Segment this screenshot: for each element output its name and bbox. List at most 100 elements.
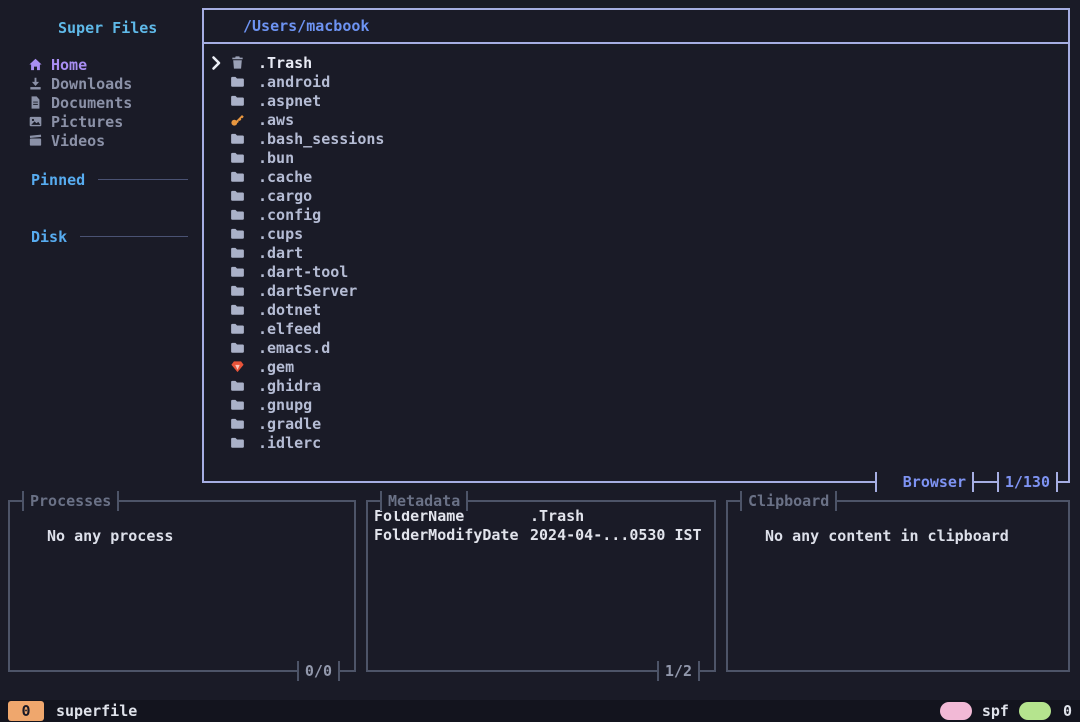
folder-icon (230, 378, 245, 393)
key-icon (230, 112, 245, 127)
file-name: .android (258, 73, 330, 91)
file-row[interactable]: .aspnet (204, 91, 1068, 110)
file-row[interactable]: .gem (204, 357, 1068, 376)
file-name: .ghidra (258, 377, 321, 395)
user-icon (949, 705, 962, 718)
metadata-panel: Metadata FolderName.TrashFolderModifyDat… (366, 500, 716, 672)
clipboard-panel: Clipboard No any content in clipboard (726, 500, 1070, 672)
folder-icon (230, 245, 245, 260)
folder-icon (230, 340, 245, 355)
session-name: spf (982, 702, 1009, 720)
file-name: .dotnet (258, 301, 321, 319)
clipboard-panel-title: Clipboard (740, 491, 837, 511)
file-row[interactable]: .elfeed (204, 319, 1068, 338)
file-name: .aws (258, 111, 294, 129)
gem-icon (230, 359, 245, 374)
file-name: .bash_sessions (258, 130, 384, 148)
file-name: .config (258, 206, 321, 224)
folder-icon (230, 264, 245, 279)
metadata-key: FolderModifyDate (374, 526, 530, 544)
section-divider (98, 179, 188, 180)
file-name: .emacs.d (258, 339, 330, 357)
sidebar-item-label: Downloads (51, 75, 132, 93)
file-list[interactable]: .Trash.android.aspnet.aws.bash_sessions.… (204, 44, 1068, 452)
app-title: Super Files (35, 18, 157, 38)
terminal-icon (1028, 705, 1041, 718)
trash-icon (230, 55, 245, 70)
metadata-panel-title: Metadata (380, 491, 468, 511)
file-row[interactable]: .idlerc (204, 433, 1068, 452)
status-bar-left: 0 superfile (8, 701, 137, 721)
file-name: .aspnet (258, 92, 321, 110)
document-icon (28, 95, 43, 110)
processes-count-tag: 0/0 (297, 661, 340, 681)
status-bar-right: spf 0 (940, 702, 1072, 720)
file-row[interactable]: .bash_sessions (204, 129, 1068, 148)
disk-icon (8, 229, 23, 244)
file-name: .cache (258, 168, 312, 186)
sidebar-item-downloads[interactable]: Downloads (0, 74, 202, 93)
file-row[interactable]: .cargo (204, 186, 1068, 205)
sidebar-item-label: Home (51, 56, 87, 74)
folder-icon (230, 74, 245, 89)
file-row[interactable]: .config (204, 205, 1068, 224)
app-title-label: Super Files (58, 19, 157, 37)
file-name: .bun (258, 149, 294, 167)
file-row[interactable]: .emacs.d (204, 338, 1068, 357)
folder-icon (230, 283, 245, 298)
folder-icon (230, 150, 245, 165)
circle-dot-icon (738, 529, 753, 544)
file-row[interactable]: .dartServer (204, 281, 1068, 300)
status-count: 0 (1063, 702, 1072, 720)
folder-icon (230, 397, 245, 412)
sidebar-item-pictures[interactable]: Pictures (0, 112, 202, 131)
file-name: .dartServer (258, 282, 357, 300)
file-row[interactable]: .dart-tool (204, 262, 1068, 281)
sidebar-item-label: Documents (51, 94, 132, 112)
folder-icon (230, 302, 245, 317)
file-row[interactable]: .ghidra (204, 376, 1068, 395)
folder-icon (230, 131, 245, 146)
file-name: .idlerc (258, 434, 321, 452)
clipboard-empty-text: No any content in clipboard (765, 527, 1009, 545)
sidebar-item-documents[interactable]: Documents (0, 93, 202, 112)
file-row[interactable]: .cups (204, 224, 1068, 243)
file-count-tag: 1/130 (997, 472, 1058, 492)
file-row[interactable]: .aws (204, 110, 1068, 129)
file-row[interactable]: .cache (204, 167, 1068, 186)
metadata-value: .Trash (530, 507, 584, 525)
file-name: .gnupg (258, 396, 312, 414)
folder-icon (230, 416, 245, 431)
picture-icon (28, 114, 43, 129)
app-name: superfile (56, 702, 137, 720)
selection-cursor-icon (208, 55, 224, 70)
download-icon (28, 76, 43, 91)
folder-icon (218, 19, 233, 34)
file-row[interactable]: .dotnet (204, 300, 1068, 319)
file-row[interactable]: .bun (204, 148, 1068, 167)
path-bar[interactable]: /Users/macbook (204, 10, 1068, 44)
file-row[interactable]: .android (204, 72, 1068, 91)
file-name: .gem (258, 358, 294, 376)
file-browser-panel: /Users/macbook .Trash.android.aspnet.aws… (202, 8, 1070, 483)
sidebar-item-home[interactable]: Home (0, 55, 202, 74)
section-divider (80, 236, 188, 237)
current-path: /Users/macbook (243, 17, 369, 35)
folder-icon (230, 226, 245, 241)
file-row[interactable]: .gnupg (204, 395, 1068, 414)
processes-empty-text: No any process (47, 527, 173, 545)
file-row[interactable]: .Trash (204, 53, 1068, 72)
section-label: Pinned (31, 171, 85, 189)
folder-icon (230, 321, 245, 336)
file-row[interactable]: .dart (204, 243, 1068, 262)
file-name: .gradle (258, 415, 321, 433)
metadata-value: 2024-04-...0530 IST (530, 526, 702, 544)
status-bar: 0 superfile spf 0 (0, 700, 1080, 722)
folder-icon (230, 169, 245, 184)
terminal-badge (1019, 702, 1051, 720)
sidebar-item-videos[interactable]: Videos (0, 131, 202, 150)
file-name: .dart-tool (258, 263, 348, 281)
file-row[interactable]: .gradle (204, 414, 1068, 433)
metadata-count-tag: 1/2 (657, 661, 700, 681)
session-badge (940, 702, 972, 720)
